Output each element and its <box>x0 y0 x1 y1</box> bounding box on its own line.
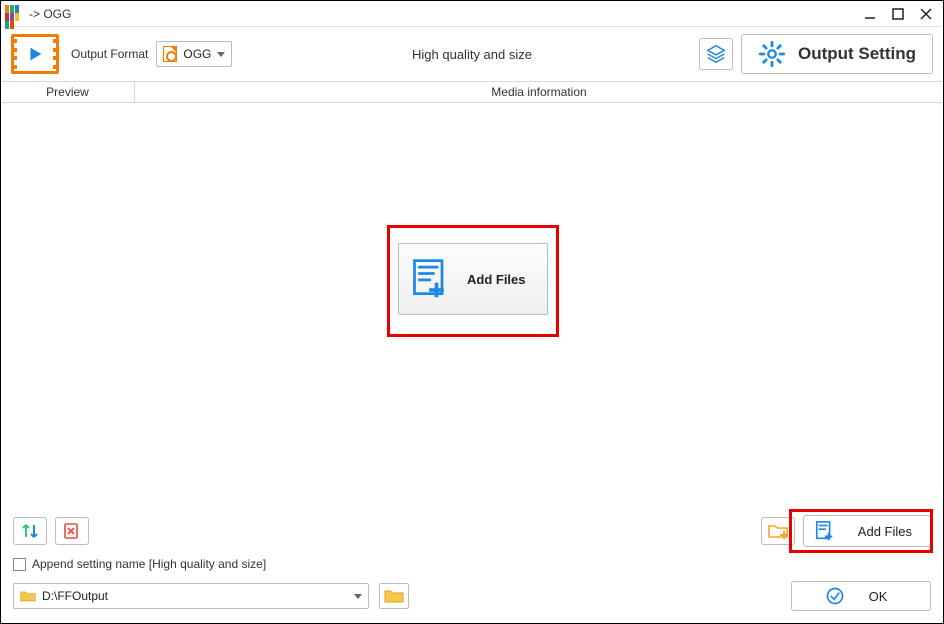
titlebar: -> OGG <box>1 1 943 27</box>
tools-row: Add Files <box>1 509 943 553</box>
folder-icon <box>20 589 36 603</box>
layers-icon <box>705 43 727 65</box>
quality-label: High quality and size <box>412 47 532 62</box>
merge-icon <box>20 522 40 540</box>
output-format-value: OGG <box>183 47 211 61</box>
merge-button[interactable] <box>13 517 47 545</box>
format-file-icon <box>163 46 177 62</box>
add-folder-button[interactable] <box>761 517 795 545</box>
add-files-center-label: Add Files <box>467 272 526 287</box>
output-path-value: D:\FFOutput <box>42 589 348 603</box>
check-circle-icon <box>825 586 845 606</box>
output-format-label: Output Format <box>71 47 148 61</box>
output-setting-label: Output Setting <box>798 44 916 64</box>
column-preview: Preview <box>1 82 135 102</box>
add-files-bottom-button[interactable]: Add Files <box>803 515 931 547</box>
folder-plus-icon <box>767 522 789 540</box>
ok-label: OK <box>869 589 888 604</box>
append-setting-label: Append setting name [High quality and si… <box>32 557 266 571</box>
file-list-area: Add Files <box>1 103 943 481</box>
app-icon <box>5 5 23 23</box>
append-setting-row: Append setting name [High quality and si… <box>1 553 943 579</box>
column-media-info: Media information <box>135 82 943 102</box>
chevron-down-icon <box>354 594 362 599</box>
maximize-button[interactable] <box>887 5 909 23</box>
chevron-down-icon <box>217 52 225 57</box>
add-file-icon <box>814 520 836 542</box>
batch-mode-button[interactable] <box>699 38 733 70</box>
output-setting-button[interactable]: Output Setting <box>741 34 933 74</box>
add-files-center-button[interactable]: Add Files <box>398 243 548 315</box>
add-file-icon <box>409 257 453 301</box>
gear-icon <box>758 40 786 68</box>
window-controls <box>859 5 937 23</box>
toolbar: Output Format OGG High quality and size … <box>1 27 943 81</box>
folder-icon <box>384 588 404 604</box>
bottom-panel: Add Files Append setting name [High qual… <box>1 509 943 623</box>
window-title: -> OGG <box>29 7 859 21</box>
browse-folder-button[interactable] <box>379 583 409 609</box>
remove-button[interactable] <box>55 517 89 545</box>
output-path-row: D:\FFOutput OK <box>1 579 943 623</box>
columns-header: Preview Media information <box>1 81 943 103</box>
append-setting-checkbox[interactable] <box>13 558 26 571</box>
output-path-combo[interactable]: D:\FFOutput <box>13 583 369 609</box>
output-format-select[interactable]: OGG <box>156 41 232 67</box>
minimize-button[interactable] <box>859 5 881 23</box>
add-files-bottom-label: Add Files <box>858 524 912 539</box>
app-logo <box>11 34 59 74</box>
remove-file-icon <box>62 522 82 540</box>
close-button[interactable] <box>915 5 937 23</box>
ok-button[interactable]: OK <box>791 581 931 611</box>
